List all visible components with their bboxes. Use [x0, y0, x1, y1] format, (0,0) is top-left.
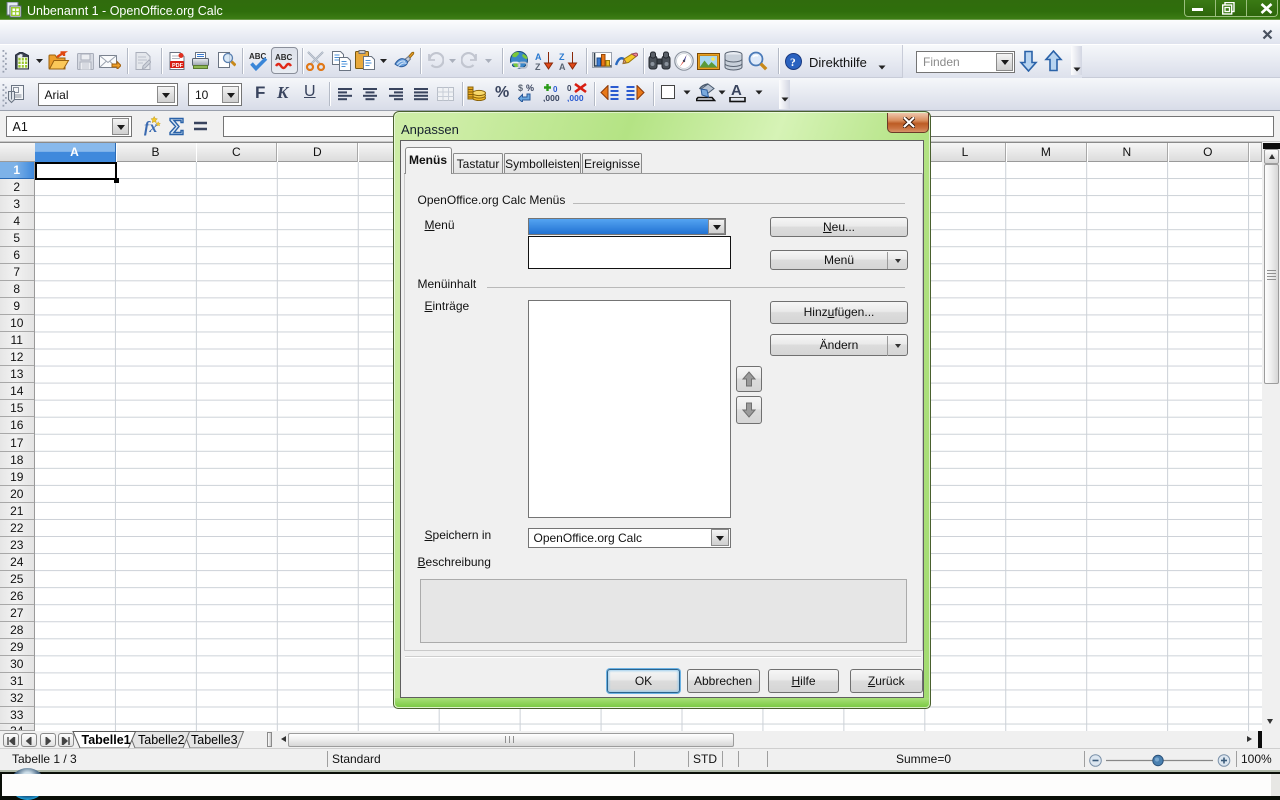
svg-text:,000: ,000	[567, 93, 584, 102]
svg-text:%: %	[526, 83, 534, 93]
svg-text:0: 0	[567, 84, 572, 93]
svg-text:PDF: PDF	[172, 63, 184, 69]
svg-text:Tabelle3: Tabelle3	[191, 733, 238, 747]
svg-text:A: A	[559, 62, 566, 71]
svg-text:,000: ,000	[543, 93, 560, 102]
svg-text:Z: Z	[535, 62, 541, 71]
svg-text:Tabelle1: Tabelle1	[82, 733, 131, 747]
svg-text:?: ?	[790, 57, 796, 69]
svg-text:A: A	[535, 52, 542, 62]
svg-text:Z: Z	[559, 52, 565, 62]
svg-text:Tabelle2: Tabelle2	[138, 733, 185, 747]
svg-text:$: $	[518, 83, 523, 93]
svg-text:ABC: ABC	[275, 53, 293, 62]
